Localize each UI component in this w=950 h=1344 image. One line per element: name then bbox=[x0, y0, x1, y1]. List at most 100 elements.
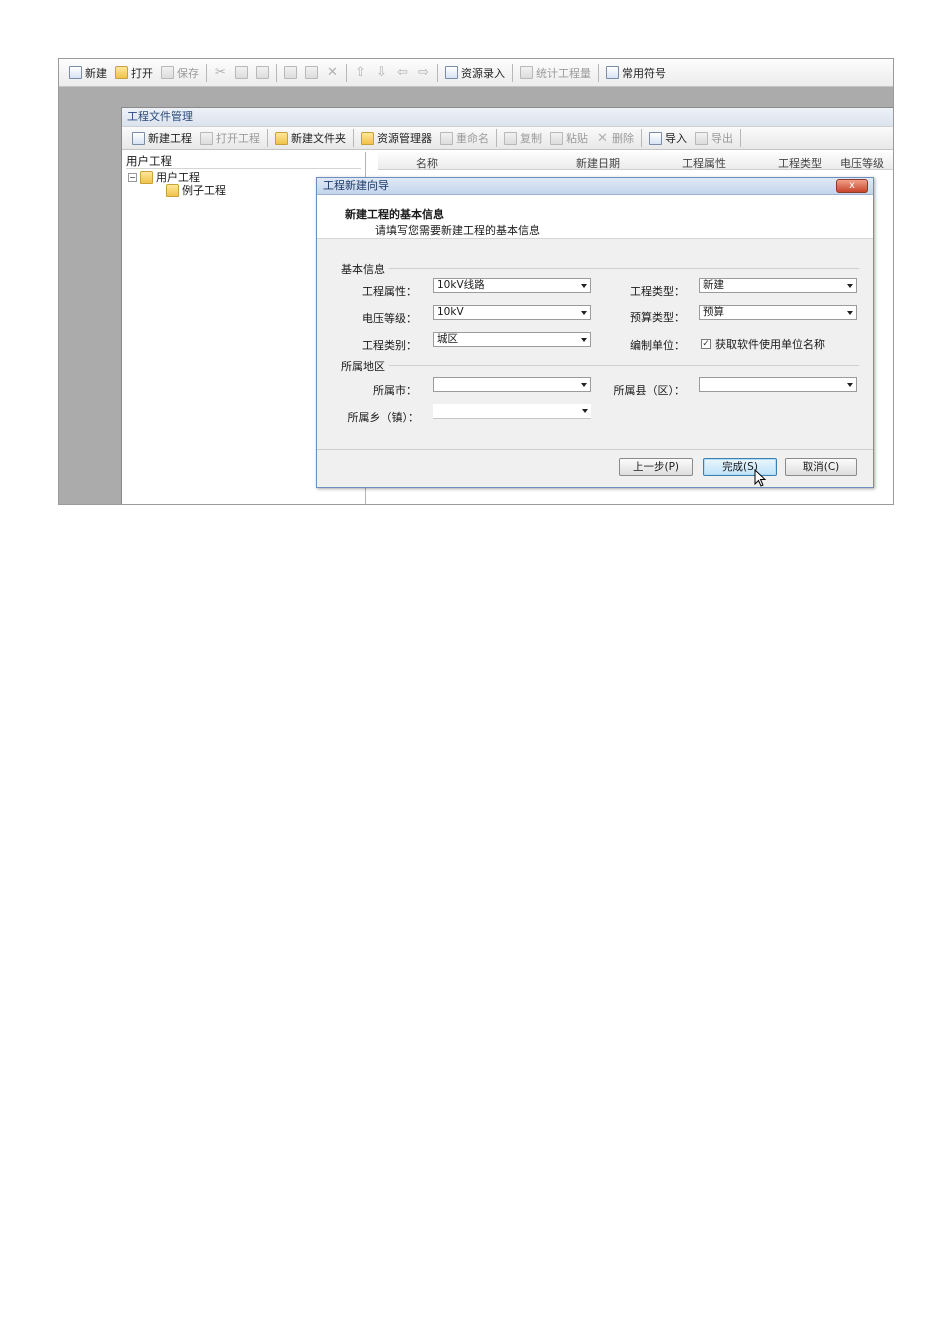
copy-icon bbox=[504, 131, 517, 145]
cut-icon: ✂ bbox=[215, 65, 226, 80]
insert-row-button[interactable] bbox=[280, 63, 301, 83]
column-header-attribute[interactable]: 工程属性 bbox=[682, 155, 726, 171]
save-button[interactable]: 保存 bbox=[157, 63, 203, 83]
copy-button[interactable]: 复制 bbox=[500, 128, 546, 148]
unit-label: 编制单位： bbox=[630, 339, 685, 352]
paste-button[interactable] bbox=[252, 63, 273, 83]
type-select[interactable]: 新建 bbox=[699, 278, 857, 293]
dialog-title-bar: 工程新建向导 x bbox=[317, 178, 873, 195]
toolbar-separator bbox=[206, 63, 207, 82]
resource-entry-icon bbox=[445, 66, 458, 79]
checkbox-checked-icon[interactable]: ✓ bbox=[701, 339, 711, 349]
common-symbols-button[interactable]: 常用符号 bbox=[602, 63, 670, 83]
budget-select[interactable]: 预算 bbox=[699, 305, 857, 320]
unit-checkbox[interactable]: ✓ 获取软件使用单位名称 bbox=[701, 336, 825, 352]
toolbar-separator bbox=[641, 129, 642, 147]
paste-icon bbox=[256, 66, 269, 79]
open-project-button[interactable]: 打开工程 bbox=[196, 128, 264, 148]
dropdown-arrow-icon bbox=[582, 409, 588, 413]
dropdown-arrow-icon bbox=[581, 311, 587, 315]
export-button[interactable]: 导出 bbox=[691, 128, 737, 148]
insert-row-icon bbox=[284, 66, 297, 79]
import-icon bbox=[649, 131, 662, 145]
open-button[interactable]: 打开 bbox=[111, 63, 157, 83]
region-group-title: 所属地区 bbox=[341, 358, 389, 374]
project-toolbar: 新建工程 打开工程 新建文件夹 资源管理器 重命名 复制 粘贴 ✕ 删除 导入 导… bbox=[122, 126, 893, 150]
remove-button[interactable]: ✕ bbox=[322, 63, 343, 83]
toolbar-separator bbox=[598, 63, 599, 82]
dialog-footer: 上一步(P) 完成(S) 取消(C) bbox=[317, 449, 873, 487]
folder-icon bbox=[361, 131, 374, 145]
column-header-name[interactable]: 名称 bbox=[416, 155, 438, 171]
county-select[interactable] bbox=[699, 377, 857, 392]
tree-node-example-project[interactable]: 例子工程 bbox=[166, 182, 226, 198]
new-project-button[interactable]: 新建工程 bbox=[128, 128, 196, 148]
close-button[interactable]: x bbox=[836, 179, 868, 193]
type-label: 工程类型： bbox=[630, 285, 685, 298]
move-down-button[interactable]: ⇩ bbox=[371, 63, 392, 83]
toolbar-separator bbox=[346, 63, 347, 82]
import-button[interactable]: 导入 bbox=[645, 128, 691, 148]
folder-icon bbox=[275, 131, 288, 145]
cut-button[interactable]: ✂ bbox=[210, 63, 231, 83]
move-right-button[interactable]: ⇨ bbox=[413, 63, 434, 83]
folder-open-icon bbox=[140, 170, 153, 184]
collapse-icon[interactable]: − bbox=[128, 172, 137, 182]
open-folder-icon bbox=[115, 66, 128, 79]
open-folder-icon bbox=[200, 131, 213, 145]
new-file-icon bbox=[69, 66, 82, 79]
attr-label: 工程属性： bbox=[362, 285, 417, 298]
toolbar-separator bbox=[740, 129, 741, 147]
dropdown-arrow-icon bbox=[847, 311, 853, 315]
move-up-button[interactable]: ⇧ bbox=[350, 63, 371, 83]
toolbar-separator bbox=[276, 63, 277, 82]
resource-manager-button[interactable]: 资源管理器 bbox=[357, 128, 436, 148]
basic-info-group-title: 基本信息 bbox=[341, 261, 389, 277]
dialog-subheading: 请填写您需要新建工程的基本信息 bbox=[375, 224, 540, 237]
cancel-button[interactable]: 取消(C) bbox=[785, 458, 857, 476]
voltage-select[interactable]: 10kV bbox=[433, 305, 591, 320]
dialog-header: 新建工程的基本信息 请填写您需要新建工程的基本信息 bbox=[317, 195, 873, 239]
stat-quantity-button[interactable]: 统计工程量 bbox=[516, 63, 595, 83]
delete-button[interactable]: ✕ 删除 bbox=[592, 128, 638, 148]
delete-x-icon: ✕ bbox=[597, 130, 608, 146]
export-icon bbox=[695, 131, 708, 145]
new-button[interactable]: 新建 bbox=[65, 63, 111, 83]
category-select[interactable]: 城区 bbox=[433, 332, 591, 347]
new-folder-button[interactable]: 新建文件夹 bbox=[271, 128, 350, 148]
dialog-title: 工程新建向导 bbox=[323, 179, 389, 192]
paste-icon bbox=[550, 131, 563, 145]
town-select[interactable] bbox=[433, 404, 591, 419]
toolbar-separator bbox=[437, 63, 438, 82]
city-select[interactable] bbox=[433, 377, 591, 392]
new-file-icon bbox=[132, 131, 145, 145]
prev-button[interactable]: 上一步(P) bbox=[619, 458, 693, 476]
main-toolbar: 新建 打开 保存 ✂ ✕ ⇧ ⇩ ⇦ ⇨ 资源录入 统计工程量 常用符号 bbox=[59, 59, 893, 87]
city-label: 所属市： bbox=[373, 384, 417, 397]
resource-entry-button[interactable]: 资源录入 bbox=[441, 63, 509, 83]
rename-button[interactable]: 重命名 bbox=[436, 128, 493, 148]
table-button[interactable] bbox=[301, 63, 322, 83]
copy-icon bbox=[235, 66, 248, 79]
copy-button[interactable] bbox=[231, 63, 252, 83]
list-column-headers: 名称 新建日期 工程属性 工程类型 电压等级 bbox=[378, 152, 893, 171]
dropdown-arrow-icon bbox=[847, 383, 853, 387]
dropdown-arrow-icon bbox=[581, 383, 587, 387]
attr-select[interactable]: 10kV线路 bbox=[433, 278, 591, 293]
toolbar-separator bbox=[353, 129, 354, 147]
column-header-created-date[interactable]: 新建日期 bbox=[576, 155, 620, 171]
category-label: 工程类别： bbox=[362, 339, 417, 352]
column-header-voltage[interactable]: 电压等级 bbox=[840, 155, 884, 171]
arrow-down-icon: ⇩ bbox=[376, 65, 387, 80]
voltage-label: 电压等级： bbox=[362, 312, 417, 325]
group-divider bbox=[341, 365, 859, 366]
folder-icon bbox=[166, 183, 179, 197]
dropdown-arrow-icon bbox=[581, 284, 587, 288]
toolbar-separator bbox=[496, 129, 497, 147]
paste-button[interactable]: 粘贴 bbox=[546, 128, 592, 148]
window-title: 工程文件管理 bbox=[122, 108, 893, 126]
column-header-type[interactable]: 工程类型 bbox=[778, 155, 822, 171]
save-icon bbox=[161, 66, 174, 79]
app-screenshot: 新建 打开 保存 ✂ ✕ ⇧ ⇩ ⇦ ⇨ 资源录入 统计工程量 常用符号 工程文… bbox=[58, 58, 894, 505]
move-left-button[interactable]: ⇦ bbox=[392, 63, 413, 83]
